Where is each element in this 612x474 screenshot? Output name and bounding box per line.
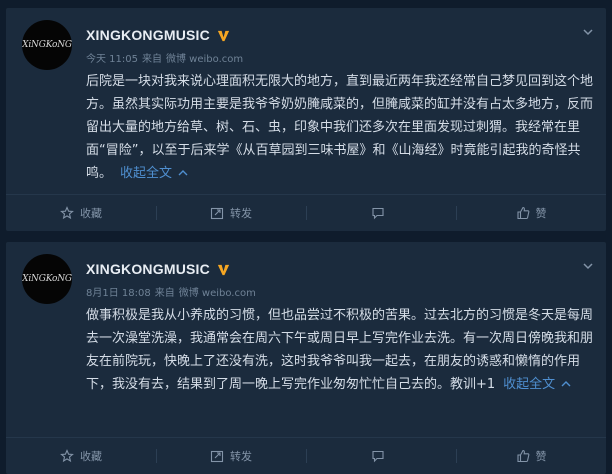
post-header: XINGKONGMUSIC	[86, 27, 231, 43]
post-meta: 8月1日 18:08 来自 微博 weibo.com	[86, 284, 260, 299]
source-prefix: 来自	[154, 288, 175, 299]
favorite-label: 收藏	[80, 207, 102, 220]
favorite-button[interactable]: 收藏	[6, 438, 156, 474]
chevron-up-icon	[178, 170, 188, 176]
like-icon	[516, 449, 529, 463]
post-header: XINGKONGMUSIC	[86, 261, 231, 277]
collapse-label: 收起全文	[503, 377, 556, 392]
like-button[interactable]: 赞	[456, 438, 606, 474]
collapse-label: 收起全文	[120, 166, 173, 181]
post-source[interactable]: 微博 weibo.com	[166, 54, 243, 65]
post-meta: 今天 11:05 来自 微博 weibo.com	[86, 50, 247, 65]
star-icon	[60, 206, 74, 220]
comment-icon	[372, 450, 384, 463]
favorite-button[interactable]: 收藏	[6, 195, 156, 231]
favorite-label: 收藏	[80, 450, 102, 463]
avatar-logo: XiNGKoNG	[22, 40, 72, 50]
collapse-link[interactable]: 收起全文	[120, 166, 188, 181]
like-label: 赞	[535, 207, 547, 220]
like-icon	[516, 206, 529, 220]
repost-button[interactable]: 转发	[156, 438, 306, 474]
post-time[interactable]: 8月1日 18:08	[86, 288, 151, 299]
weibo-feed: XiNGKoNG XINGKONGMUSIC 今天 11:05 来自 微博 weib…	[0, 0, 612, 474]
avatar[interactable]: XiNGKoNG	[22, 254, 72, 304]
star-icon	[60, 449, 74, 463]
collapse-link[interactable]: 收起全文	[503, 377, 571, 392]
post-text: 后院是一块对我来说心理面积无限大的地方，直到最近两年我还经常自己梦见回到这个地方…	[86, 74, 594, 181]
repost-icon	[210, 450, 224, 463]
avatar[interactable]: XiNGKoNG	[22, 20, 72, 70]
post-card: XiNGKoNG XINGKONGMUSIC 今天 11:05 来自 微博 weib…	[6, 8, 606, 231]
post-card: XiNGKoNG XINGKONGMUSIC 8月1日 18:08 来自 微博 we…	[6, 242, 606, 474]
post-source[interactable]: 微博 weibo.com	[179, 288, 256, 299]
chevron-down-icon[interactable]	[582, 260, 594, 272]
username[interactable]: XINGKONGMUSIC	[86, 27, 210, 43]
repost-label: 转发	[230, 207, 252, 220]
post-time[interactable]: 今天 11:05	[86, 54, 138, 65]
chevron-down-icon[interactable]	[582, 26, 594, 38]
comment-button[interactable]	[306, 438, 456, 474]
like-button[interactable]: 赞	[456, 195, 606, 231]
repost-button[interactable]: 转发	[156, 195, 306, 231]
avatar-logo: XiNGKoNG	[22, 274, 72, 284]
verified-v-icon	[217, 264, 230, 275]
username[interactable]: XINGKONGMUSIC	[86, 261, 210, 277]
like-label: 赞	[535, 450, 547, 463]
comment-icon	[372, 207, 384, 220]
chevron-up-icon	[561, 381, 571, 387]
comment-button[interactable]	[306, 195, 456, 231]
action-bar: 收藏 转发 赞	[6, 437, 606, 474]
post-content: 后院是一块对我来说心理面积无限大的地方，直到最近两年我还经常自己梦见回到这个地方…	[86, 70, 594, 185]
repost-icon	[210, 207, 224, 220]
source-prefix: 来自	[142, 54, 162, 65]
verified-v-icon	[217, 30, 230, 41]
post-content: 做事积极是我从小养成的习惯，但也品尝过不积极的苦果。过去北方的习惯是冬天是每周去…	[86, 304, 594, 396]
repost-label: 转发	[230, 450, 252, 463]
action-bar: 收藏 转发 赞	[6, 194, 606, 231]
